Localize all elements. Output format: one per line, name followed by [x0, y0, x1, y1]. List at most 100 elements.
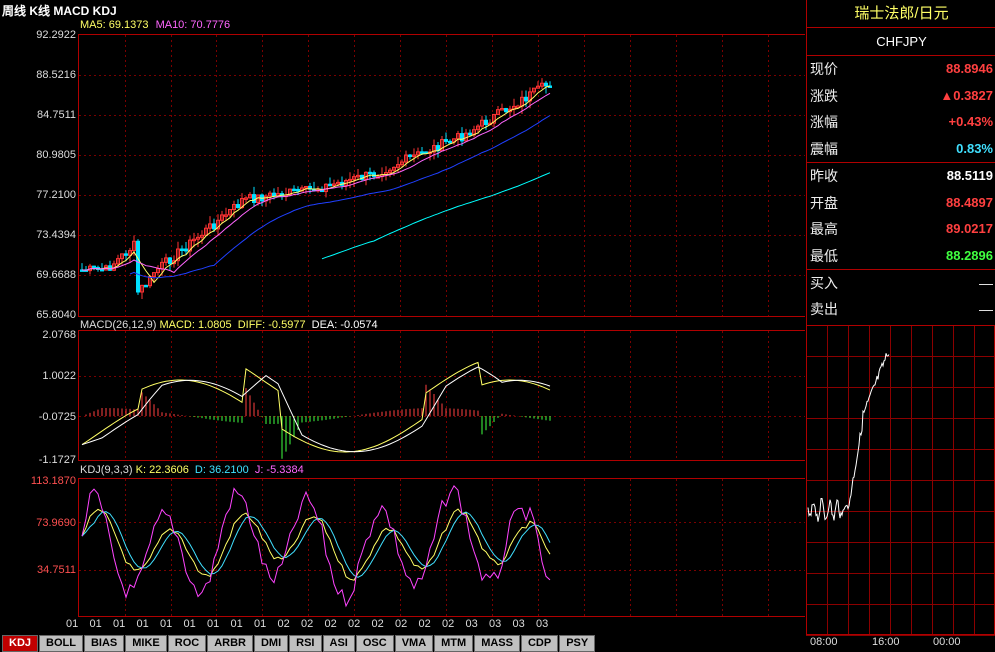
d-line: [81, 511, 551, 578]
quote-row: 震幅 0.83%: [807, 136, 995, 163]
tab-rsi[interactable]: RSI: [289, 635, 322, 652]
tab-boll[interactable]: BOLL: [39, 635, 83, 652]
candle-body: [448, 140, 452, 144]
quote-label: 开盘: [810, 194, 838, 211]
x-axis-label: 01: [137, 618, 149, 630]
x-axis-label: 02: [442, 618, 454, 630]
x-axis-label: 02: [348, 618, 360, 630]
x-axis-label: 02: [372, 618, 384, 630]
x-axis-label: 01: [231, 618, 243, 630]
macd-y-tick: 2.0768: [42, 329, 76, 341]
quote-label: 现价: [810, 61, 838, 77]
candle-body: [408, 154, 412, 158]
tab-cdp[interactable]: CDP: [520, 635, 559, 652]
j-line: [81, 485, 551, 608]
tab-kdj[interactable]: KDJ: [2, 635, 39, 652]
candle-body: [124, 253, 128, 256]
x-axis-label: 02: [301, 618, 313, 630]
quote-value: ▲0.3827: [940, 87, 993, 103]
time-label-0800: 08:00: [810, 636, 838, 648]
quote-label: 涨幅: [810, 114, 838, 130]
tab-mtm[interactable]: MTM: [434, 635, 474, 652]
candle-body: [484, 119, 488, 126]
kline-y-tick: 92.2922: [36, 29, 76, 41]
candle-body: [296, 188, 300, 192]
ma20-line: [129, 115, 551, 279]
kline-legend: MA5: 69.1373 MA10: 70.7776: [80, 19, 230, 31]
candle-body: [168, 257, 172, 265]
quote-panel: 瑞士法郎/日元 CHFJPY 现价 88.8946 涨跌 ▲0.3827 涨幅 +0.43…: [806, 0, 995, 326]
kdj-y-tick: 73.9690: [36, 517, 76, 529]
time-label-1600: 16:00: [872, 636, 900, 648]
tab-arbr[interactable]: ARBR: [207, 635, 253, 652]
candle-body: [368, 171, 372, 175]
kline-y-tick: 65.8040: [36, 309, 76, 321]
x-axis-label: 03: [489, 618, 501, 630]
candle-body: [292, 188, 296, 192]
x-axis-label: 02: [419, 618, 431, 630]
quote-value: 88.2896: [946, 247, 993, 263]
j-value: J: -5.3384: [254, 464, 304, 476]
tab-roc[interactable]: ROC: [167, 635, 207, 652]
macd-y-tick: -1.1727: [38, 454, 76, 466]
quote-value: 0.83%: [956, 140, 993, 156]
x-axis-label: 01: [207, 618, 219, 630]
quote-label: 昨收: [810, 168, 838, 184]
kline-y-tick: 73.4394: [36, 229, 76, 241]
quote-value: +0.43%: [948, 114, 993, 129]
quote-row: 现价 88.8946: [807, 56, 995, 83]
kline-y-tick: 77.2100: [36, 189, 76, 201]
quote-label: 震幅: [810, 140, 838, 157]
bid-ask-label: 卖出: [810, 301, 838, 317]
tab-vma[interactable]: VMA: [394, 635, 434, 652]
candle-body: [136, 240, 140, 293]
bid-ask-value: —: [979, 275, 993, 291]
candle-body: [144, 284, 148, 288]
quote-row: 最高 89.0217: [807, 216, 995, 243]
dea-line: [81, 366, 551, 453]
kdj-y-tick: 113.1870: [30, 475, 76, 487]
x-axis-label: 01: [160, 618, 172, 630]
x-axis-label: 03: [466, 618, 478, 630]
candle-body: [460, 133, 464, 142]
macd-params: MACD(26,12,9): [80, 319, 157, 331]
bid-ask-row: 买入 —: [807, 270, 995, 296]
macd-y-tick: -0.0725: [38, 411, 76, 423]
ma10-legend: MA10: 70.7776: [155, 19, 231, 31]
quote-value: 88.5119: [946, 168, 993, 183]
macd-legend: MACD(26,12,9) MACD: 1.0805 DIFF: -0.5977…: [80, 319, 378, 331]
x-axis-label: 02: [278, 618, 290, 630]
tab-asi[interactable]: ASI: [322, 635, 355, 652]
tab-mike[interactable]: MIKE: [125, 635, 167, 652]
kline-y-tick: 69.6688: [36, 269, 76, 281]
quote-label: 最高: [810, 221, 838, 237]
candle-body: [100, 268, 104, 272]
tab-mass[interactable]: MASS: [474, 635, 520, 652]
tab-bias[interactable]: BIAS: [83, 635, 125, 652]
x-axis-label: 01: [184, 618, 196, 630]
kdj-params: KDJ(9,3,3): [80, 464, 133, 476]
x-axis-label: 01: [254, 618, 266, 630]
bid-ask-row: 卖出 —: [807, 296, 995, 322]
kdj-y-tick: 34.7511: [37, 564, 76, 576]
tab-osc[interactable]: OSC: [355, 635, 394, 652]
quote-value: 88.4897: [946, 194, 993, 210]
quote-label: 最低: [810, 247, 838, 264]
candle-body: [252, 194, 256, 203]
ma5-legend: MA5: 69.1373: [80, 19, 149, 31]
macd-y-tick: 1.0022: [42, 370, 76, 382]
quote-row: 昨收 88.5119: [807, 163, 995, 190]
quote-code: CHFJPY: [807, 28, 995, 56]
tab-psy[interactable]: PSY: [559, 635, 596, 652]
kdj-legend: KDJ(9,3,3) K: 22.3606 D: 36.2100 J: -5.3…: [80, 464, 304, 476]
d-value: D: 36.2100: [194, 464, 249, 476]
time-label-0000: 00:00: [933, 636, 961, 648]
bid-ask-label: 买入: [810, 275, 838, 291]
tab-dmi[interactable]: DMI: [253, 635, 289, 652]
intraday-chart[interactable]: [806, 325, 995, 651]
kline-y-tick: 88.5216: [36, 69, 76, 81]
quote-row: 开盘 88.4897: [807, 190, 995, 217]
k-value: K: 22.3606: [135, 464, 189, 476]
macd-value: MACD: 1.0805: [159, 319, 232, 331]
kline-y-tick: 84.7511: [37, 109, 76, 121]
